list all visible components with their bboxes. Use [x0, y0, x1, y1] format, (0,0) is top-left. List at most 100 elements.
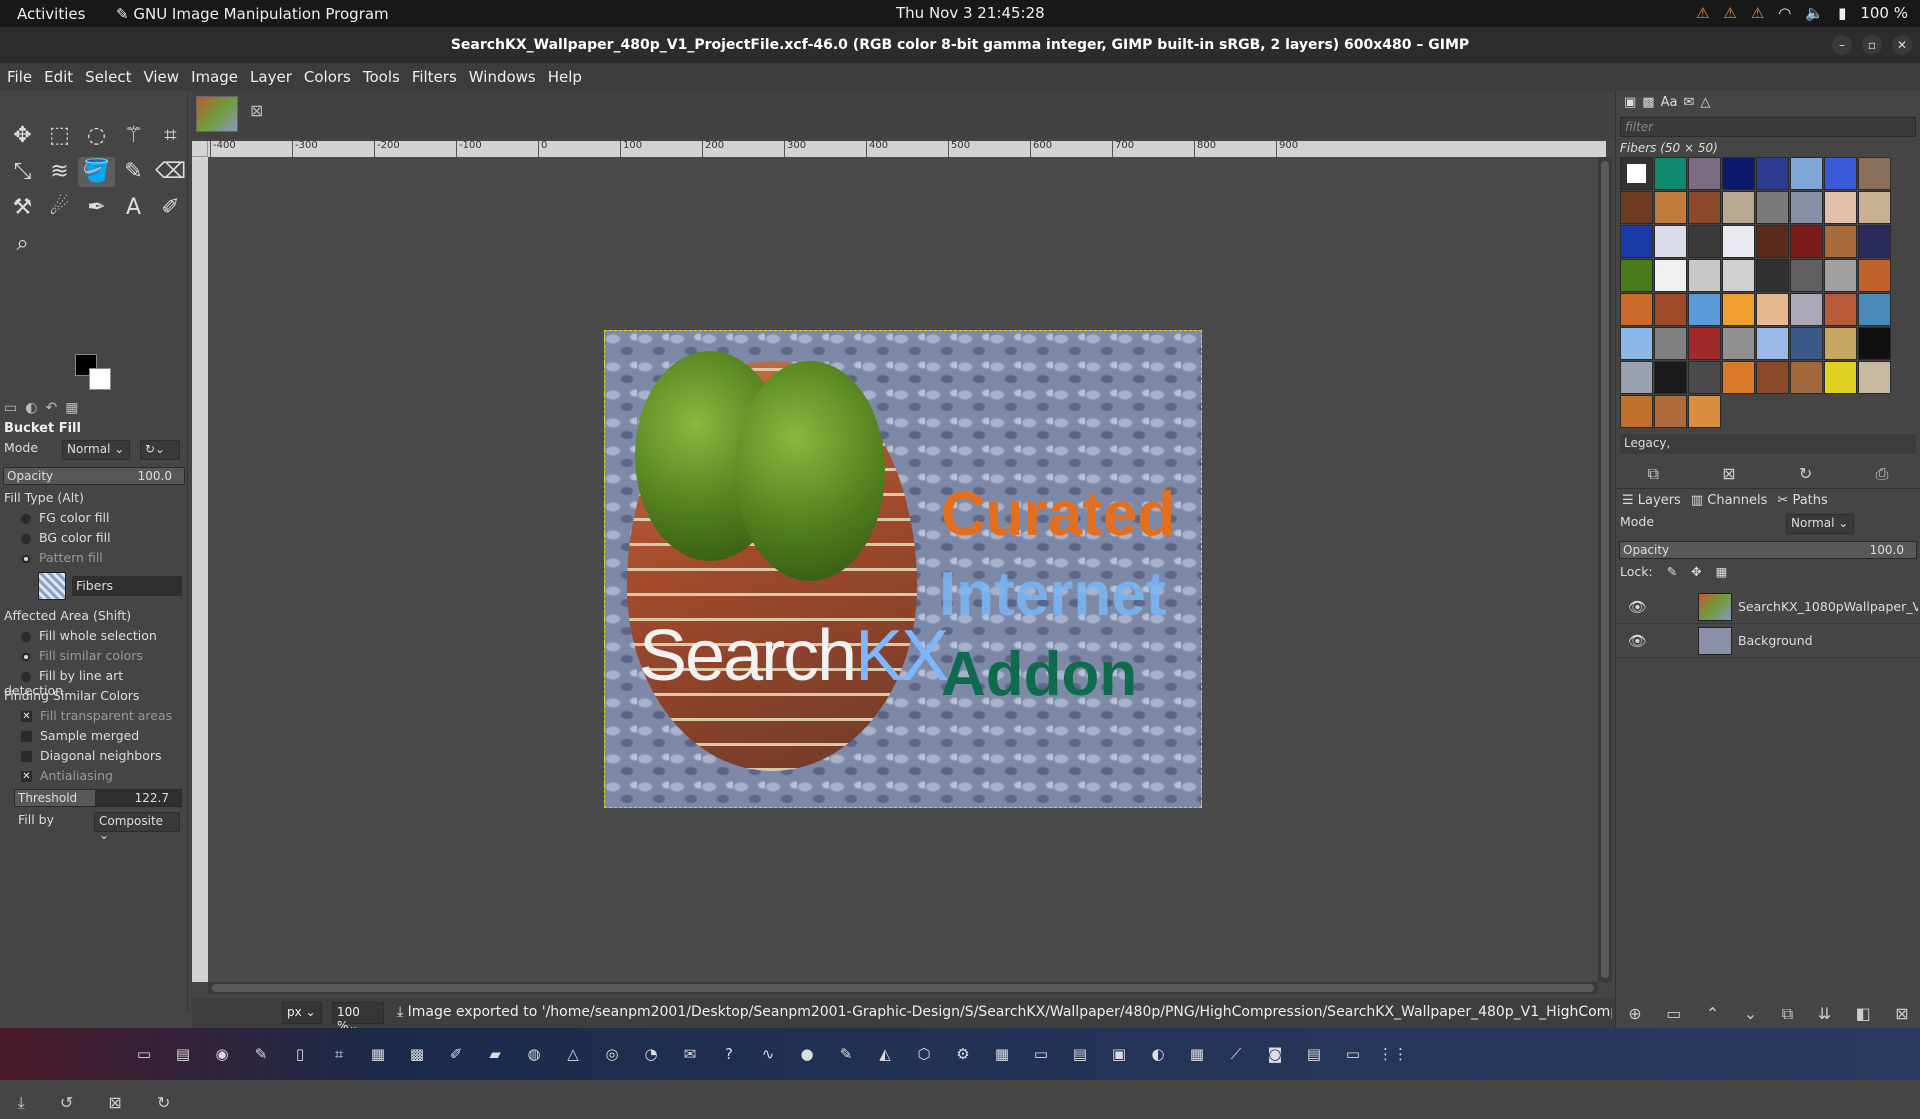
- unit-dropdown[interactable]: px ⌄: [282, 1002, 322, 1024]
- folder-icon[interactable]: ▭: [1027, 1045, 1055, 1063]
- console-icon[interactable]: ▰: [481, 1045, 509, 1063]
- menu-filters[interactable]: Filters: [406, 63, 463, 91]
- tool-options-tab-icon[interactable]: ▭: [4, 400, 17, 416]
- duplicate-layer-icon[interactable]: ⧉: [1782, 1004, 1793, 1028]
- obs-icon[interactable]: ◎: [598, 1045, 626, 1063]
- vertical-scrollbar[interactable]: [1598, 157, 1612, 982]
- menu-help[interactable]: Help: [542, 63, 588, 91]
- vertical-ruler[interactable]: [192, 157, 208, 982]
- system-tray[interactable]: ⚠ ⚠ ⚠ ◠ 🔈 ▮ 100 %: [1696, 4, 1908, 22]
- patterns-tab-icon[interactable]: ▩: [1642, 95, 1654, 111]
- pattern-swatch[interactable]: [1688, 225, 1721, 258]
- warning-icon[interactable]: ⚠: [1723, 4, 1736, 22]
- menu-view[interactable]: View: [137, 63, 185, 91]
- visibility-eye-icon[interactable]: 👁: [1628, 632, 1647, 650]
- close-image-tab-icon[interactable]: ⊠: [250, 101, 263, 120]
- reset-options-icon[interactable]: ↻: [157, 1093, 170, 1119]
- menu-image[interactable]: Image: [185, 63, 244, 91]
- rect-select-tool-icon[interactable]: ⬚: [41, 121, 78, 151]
- graph-icon[interactable]: ⟋: [1222, 1045, 1250, 1063]
- pattern-swatch[interactable]: [1824, 259, 1857, 292]
- pattern-selector[interactable]: Fibers: [38, 572, 188, 602]
- fonts-tab-icon[interactable]: Aa: [1661, 95, 1678, 111]
- pattern-swatch[interactable]: [1722, 327, 1755, 360]
- pattern-swatch[interactable]: [1824, 293, 1857, 326]
- pattern-swatch[interactable]: [1756, 327, 1789, 360]
- brushes-tab-icon[interactable]: ▣: [1624, 95, 1636, 111]
- pattern-swatch[interactable]: [1790, 361, 1823, 394]
- clock[interactable]: Thu Nov 3 21:45:28: [896, 4, 1045, 22]
- mypaint-brushes-tab-icon[interactable]: △: [1700, 95, 1710, 111]
- pattern-swatch[interactable]: [1790, 327, 1823, 360]
- pattern-swatch[interactable]: [1654, 293, 1687, 326]
- pattern-swatch[interactable]: [1722, 191, 1755, 224]
- calendar-icon[interactable]: ▦: [1183, 1045, 1211, 1063]
- apps-grid-icon[interactable]: ⋮⋮: [1378, 1045, 1408, 1063]
- warning-icon[interactable]: ⚠: [1696, 4, 1709, 22]
- horizontal-ruler[interactable]: -400 -300 -200 -100 0 100 200 300 400 500 600 700 80…: [208, 141, 1606, 157]
- firefox-icon[interactable]: ◍: [520, 1045, 548, 1063]
- zoom-dropdown[interactable]: 100 %⌄: [332, 1002, 384, 1033]
- pdf-icon[interactable]: ▤: [1300, 1045, 1328, 1063]
- background-color-swatch[interactable]: [89, 368, 111, 390]
- pattern-swatch[interactable]: [1858, 157, 1891, 190]
- layer-row[interactable]: 👁 Background: [1616, 624, 1920, 658]
- restore-options-icon[interactable]: ↺: [60, 1093, 73, 1119]
- delete-options-icon[interactable]: ⊠: [108, 1093, 121, 1119]
- pattern-swatch[interactable]: [1790, 157, 1823, 190]
- package-icon[interactable]: ▣: [1105, 1045, 1133, 1063]
- layer-mode-dropdown[interactable]: Normal ⌄: [1786, 514, 1854, 534]
- pattern-swatch[interactable]: [1620, 327, 1653, 360]
- delete-layer-icon[interactable]: ⊠: [1895, 1004, 1908, 1028]
- terminal-icon[interactable]: ▭: [130, 1045, 158, 1063]
- pattern-swatch[interactable]: [1654, 157, 1687, 190]
- calc-icon[interactable]: ▩: [403, 1045, 431, 1063]
- pattern-swatch[interactable]: [1688, 259, 1721, 292]
- duplicate-pattern-icon[interactable]: ⧉: [1648, 464, 1659, 488]
- clone-tool-icon[interactable]: ⚒: [4, 193, 41, 223]
- fill-whole-selection-radio[interactable]: Fill whole selection: [0, 626, 188, 646]
- transform-tool-icon[interactable]: ⤡: [4, 157, 41, 187]
- pattern-swatch[interactable]: [1824, 327, 1857, 360]
- pattern-swatch[interactable]: [1756, 191, 1789, 224]
- lasso-tool-icon[interactable]: ◌: [78, 121, 115, 151]
- visibility-eye-icon[interactable]: 👁: [1628, 598, 1647, 616]
- gimp-icon[interactable]: ✎: [832, 1045, 860, 1063]
- sample-merged-checkbox[interactable]: Sample merged: [0, 726, 188, 746]
- pattern-swatch[interactable]: [1722, 225, 1755, 258]
- blender-icon[interactable]: ◔: [637, 1045, 665, 1063]
- device-status-tab-icon[interactable]: ◐: [25, 400, 37, 416]
- pattern-swatch[interactable]: [1858, 259, 1891, 292]
- monitor-icon[interactable]: ∿: [754, 1045, 782, 1063]
- window-titlebar[interactable]: SearchKX_Wallpaper_480p_V1_ProjectFile.x…: [0, 27, 1920, 63]
- presentation-icon[interactable]: ▭: [1339, 1045, 1367, 1063]
- cube-icon[interactable]: ⬡: [910, 1045, 938, 1063]
- camera-icon[interactable]: ◙: [1261, 1045, 1289, 1063]
- fill-by-dropdown[interactable]: Composite ⌄: [94, 812, 180, 842]
- text-editor-icon[interactable]: ✎: [247, 1045, 275, 1063]
- pattern-swatch[interactable]: [1620, 293, 1653, 326]
- refresh-patterns-icon[interactable]: ↻: [1799, 464, 1812, 488]
- menu-edit[interactable]: Edit: [38, 63, 79, 91]
- pattern-swatch[interactable]: [1620, 361, 1653, 394]
- pattern-swatch[interactable]: [1688, 361, 1721, 394]
- mail-icon[interactable]: ✉: [676, 1045, 704, 1063]
- tab-layers[interactable]: ☰ Layers: [1622, 493, 1681, 508]
- opacity-slider[interactable]: Opacity 100.0: [3, 467, 185, 485]
- pattern-swatch[interactable]: [1688, 293, 1721, 326]
- pattern-swatch[interactable]: [1756, 225, 1789, 258]
- delete-pattern-icon[interactable]: ⊠: [1722, 464, 1735, 488]
- merge-layer-icon[interactable]: ⇊: [1818, 1004, 1831, 1028]
- inkscape-icon[interactable]: ◭: [871, 1045, 899, 1063]
- raise-layer-icon[interactable]: ⌃: [1706, 1004, 1719, 1028]
- pattern-filter-input[interactable]: filter: [1620, 117, 1916, 137]
- pattern-swatch[interactable]: [1824, 191, 1857, 224]
- fill-type-pattern-radio[interactable]: Pattern fill: [0, 548, 188, 568]
- settings-icon[interactable]: ⚙: [949, 1045, 977, 1063]
- notes-icon[interactable]: ✐: [442, 1045, 470, 1063]
- pattern-swatch[interactable]: [1722, 157, 1755, 190]
- mode-dropdown[interactable]: Normal ⌄: [62, 440, 130, 460]
- pattern-swatch[interactable]: [1756, 157, 1789, 190]
- pattern-swatch[interactable]: [1790, 293, 1823, 326]
- fill-similar-colors-radio[interactable]: Fill similar colors: [0, 646, 188, 666]
